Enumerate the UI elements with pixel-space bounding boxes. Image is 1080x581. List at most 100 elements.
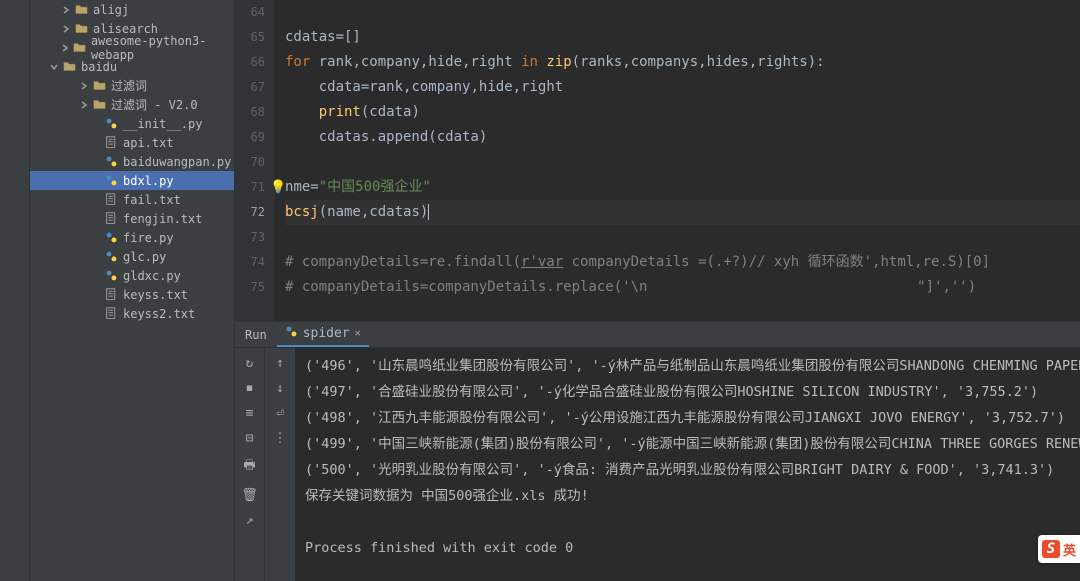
- code-line-64[interactable]: [285, 0, 1080, 25]
- print-icon[interactable]: 🖶: [243, 456, 255, 478]
- tree-item-fire.py[interactable]: fire.py: [30, 228, 234, 247]
- tree-label: 过滤词: [111, 77, 147, 94]
- ime-lang: 英: [1063, 540, 1076, 559]
- code-line-69[interactable]: cdatas.append(cdata): [285, 125, 1080, 150]
- chevron-none-icon[interactable]: [90, 251, 102, 263]
- python-file-icon: [104, 231, 118, 245]
- tree-item-gldxc.py[interactable]: gldxc.py: [30, 266, 234, 285]
- chevron-none-icon[interactable]: [90, 118, 102, 130]
- chevron-none-icon[interactable]: [90, 213, 102, 225]
- chevron-right-icon[interactable]: [60, 4, 72, 16]
- tree-item-keyss.txt[interactable]: keyss.txt: [30, 285, 234, 304]
- chevron-none-icon[interactable]: [90, 156, 102, 168]
- code-content[interactable]: cdatas=[]for rank,company,hide,right in …: [275, 0, 1080, 321]
- chevron-right-icon[interactable]: [78, 80, 90, 92]
- chevron-right-icon[interactable]: [60, 42, 71, 54]
- chevron-none-icon[interactable]: [90, 308, 102, 320]
- code-line-65[interactable]: cdatas=[]: [285, 25, 1080, 50]
- code-line-70[interactable]: [285, 150, 1080, 175]
- code-line-71[interactable]: 💡nme="中国500强企业": [285, 175, 1080, 200]
- filter-icon[interactable]: ⊟: [246, 431, 254, 446]
- run-toolbar-right[interactable]: ↑ ↓ ⏎ ⋮: [265, 348, 295, 581]
- tree-item-keyss2.txt[interactable]: keyss2.txt: [30, 304, 234, 323]
- code-line-75[interactable]: # companyDetails=companyDetails.replace(…: [285, 275, 1080, 300]
- code-editor[interactable]: 646566676869707172737475 cdatas=[]for ra…: [235, 0, 1080, 321]
- up-icon[interactable]: ↑: [276, 356, 284, 371]
- chevron-none-icon[interactable]: [90, 137, 102, 149]
- chevron-right-icon[interactable]: [78, 99, 90, 111]
- run-toolbar-left[interactable]: ↻ ⏹ ≡ ⊟ 🖶 🗑 ↗: [235, 348, 265, 581]
- tree-label: api.txt: [123, 136, 174, 150]
- chevron-none-icon[interactable]: [90, 270, 102, 282]
- trash-icon[interactable]: 🗑: [241, 488, 258, 503]
- python-file-icon: [104, 117, 118, 131]
- python-icon: [285, 325, 298, 342]
- tree-label: fengjin.txt: [123, 212, 202, 226]
- chevron-none-icon[interactable]: [90, 175, 102, 187]
- tree-label: glc.py: [123, 250, 166, 264]
- tree-label: gldxc.py: [123, 269, 181, 283]
- tree-label: fail.txt: [123, 193, 181, 207]
- folder-icon: [92, 98, 106, 112]
- output-line: ('496', '山东晨鸣纸业集团股份有限公司', '-ý林产品与纸制品山东晨鸣…: [305, 353, 1070, 379]
- code-line-72[interactable]: bcsj(name,cdatas): [285, 200, 1080, 225]
- stop-icon[interactable]: ⏹: [246, 381, 253, 396]
- line-gutter: 646566676869707172737475: [235, 0, 275, 321]
- folder-icon: [74, 22, 88, 36]
- tree-label: bdxl.py: [123, 174, 174, 188]
- tree-item-__init__.py[interactable]: __init__.py: [30, 114, 234, 133]
- tree-label: baiduwangpan.py: [123, 155, 231, 169]
- run-tab-spider[interactable]: spider ✕: [277, 322, 369, 347]
- project-tree[interactable]: aligjalisearchawesome-python3-webappbaid…: [30, 0, 235, 581]
- activity-bar: [0, 0, 30, 581]
- text-cursor: [428, 204, 429, 220]
- text-file-icon: [104, 288, 118, 302]
- tree-item-fengjin.txt[interactable]: fengjin.txt: [30, 209, 234, 228]
- text-file-icon: [104, 136, 118, 150]
- tree-item-过滤词 - V2.0[interactable]: 过滤词 - V2.0: [30, 95, 234, 114]
- run-panel-tabs[interactable]: Run spider ✕: [235, 322, 1080, 348]
- chevron-down-icon[interactable]: [48, 61, 60, 73]
- output-line: ('498', '江西九丰能源股份有限公司', '-ý公用设施江西九丰能源股份有…: [305, 405, 1070, 431]
- tree-item-bdxl.py[interactable]: bdxl.py: [30, 171, 234, 190]
- more-icon[interactable]: ⋮: [274, 431, 287, 446]
- folder-icon: [73, 41, 86, 55]
- folder-icon: [92, 79, 106, 93]
- python-file-icon: [104, 155, 118, 169]
- output-line: Process finished with exit code 0: [305, 535, 1070, 561]
- code-line-66[interactable]: for rank,company,hide,right in zip(ranks…: [285, 50, 1080, 75]
- tree-item-fail.txt[interactable]: fail.txt: [30, 190, 234, 209]
- down-icon[interactable]: ↓: [276, 381, 284, 396]
- output-line: [305, 509, 1070, 535]
- run-tab-label: Run: [245, 328, 267, 342]
- code-line-74[interactable]: # companyDetails=re.findall(r'var compan…: [285, 250, 1080, 275]
- tree-label: keyss.txt: [123, 288, 188, 302]
- tree-item-glc.py[interactable]: glc.py: [30, 247, 234, 266]
- code-line-67[interactable]: cdata=rank,company,hide,right: [285, 75, 1080, 100]
- tree-item-api.txt[interactable]: api.txt: [30, 133, 234, 152]
- output-line: ('497', '合盛硅业股份有限公司', '-ý化学品合盛硅业股份有限公司HO…: [305, 379, 1070, 405]
- tree-label: keyss2.txt: [123, 307, 195, 321]
- chevron-right-icon[interactable]: [60, 23, 72, 35]
- intention-bulb-icon[interactable]: 💡: [270, 175, 286, 200]
- tree-item-awesome-python3-webapp[interactable]: awesome-python3-webapp: [30, 38, 234, 57]
- code-line-68[interactable]: print(cdata): [285, 100, 1080, 125]
- tree-label: fire.py: [123, 231, 174, 245]
- pin-icon[interactable]: ↗: [246, 513, 254, 528]
- wrap-icon[interactable]: ⏎: [276, 406, 284, 421]
- tree-item-baiduwangpan.py[interactable]: baiduwangpan.py: [30, 152, 234, 171]
- tree-item-aligj[interactable]: aligj: [30, 0, 234, 19]
- chevron-none-icon[interactable]: [90, 194, 102, 206]
- ime-indicator[interactable]: S 英: [1038, 535, 1080, 563]
- text-file-icon: [104, 307, 118, 321]
- python-file-icon: [104, 174, 118, 188]
- chevron-none-icon[interactable]: [90, 289, 102, 301]
- tree-item-过滤词[interactable]: 过滤词: [30, 76, 234, 95]
- code-line-73[interactable]: [285, 225, 1080, 250]
- console-output[interactable]: ('496', '山东晨鸣纸业集团股份有限公司', '-ý林产品与纸制品山东晨鸣…: [295, 348, 1080, 581]
- rerun-icon[interactable]: ↻: [246, 356, 254, 371]
- close-icon[interactable]: ✕: [355, 328, 361, 339]
- output-line: ('499', '中国三峡新能源(集团)股份有限公司', '-ý能源中国三峡新能…: [305, 431, 1070, 457]
- chevron-none-icon[interactable]: [90, 232, 102, 244]
- layout-icon[interactable]: ≡: [246, 406, 254, 421]
